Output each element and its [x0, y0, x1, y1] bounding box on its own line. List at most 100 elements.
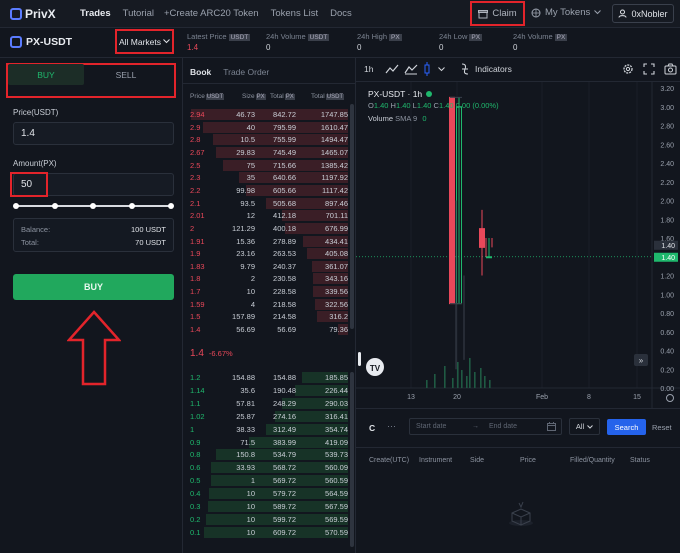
stat-label: 24h Low — [439, 32, 468, 41]
ask-row[interactable]: 2.01 12 412.18 701.11 — [183, 209, 348, 222]
total-usdt-cell: 361.07 — [325, 261, 348, 271]
bids-scrollbar[interactable] — [350, 372, 354, 547]
col-total-px: Total — [270, 93, 284, 100]
mid-price-change: -6.67% — [208, 349, 233, 358]
bid-row[interactable]: 1.02 25.87 274.16 316.41 — [183, 410, 348, 423]
start-date-input[interactable]: Start date — [416, 423, 446, 430]
nav-link-tokens-list[interactable]: Tokens List — [271, 8, 319, 19]
volume-bar — [461, 370, 463, 388]
candle-style-icon[interactable] — [423, 62, 433, 76]
chart-plot[interactable]: 3.203.002.802.602.402.202.001.801.601.40… — [356, 82, 680, 408]
ask-row[interactable]: 2.8 10.5 755.99 1494.47 — [183, 133, 348, 146]
ask-row[interactable]: 2.67 29.83 745.49 1465.07 — [183, 146, 348, 159]
total-usdt-cell: 405.08 — [325, 249, 348, 259]
volume-bar — [489, 380, 491, 388]
slider-stop-0[interactable] — [13, 203, 19, 209]
camera-icon[interactable] — [664, 63, 677, 75]
ask-row[interactable]: 2.3 35 640.66 1197.92 — [183, 171, 348, 184]
nav-link-tutorial[interactable]: Tutorial — [123, 8, 154, 19]
more-icon[interactable]: ··· — [387, 421, 396, 431]
chevron-down-icon[interactable] — [438, 67, 445, 72]
all-markets-dropdown[interactable]: All Markets — [115, 29, 174, 54]
nav-link-docs[interactable]: Docs — [330, 8, 352, 19]
amount-value: 50 — [10, 172, 48, 197]
tab-book[interactable]: Book — [190, 67, 211, 77]
search-button[interactable]: Search — [607, 419, 646, 435]
unit-tag: PX — [255, 94, 266, 100]
slider-stop-100[interactable] — [168, 203, 174, 209]
ask-row[interactable]: 1.8 2 230.58 343.16 — [183, 272, 348, 285]
indicators-button[interactable]: Indicators — [475, 64, 512, 74]
col-price: Price — [520, 457, 536, 464]
bid-row[interactable]: 0.5 1 569.72 560.59 — [183, 474, 348, 487]
claim-button[interactable]: Claim — [470, 1, 525, 26]
ask-row[interactable]: 2.94 46.73 842.72 1747.85 — [183, 108, 348, 121]
bid-row[interactable]: 1.1 57.81 248.29 290.03 — [183, 397, 348, 410]
stat-label: 24h Volume — [513, 32, 553, 41]
tab-trade-order[interactable]: Trade Order — [223, 67, 269, 77]
side-filter-select[interactable]: All — [569, 418, 600, 435]
indicators-icon[interactable] — [460, 63, 472, 75]
stat-label: 24h Volume — [266, 32, 306, 41]
slider-stop-50[interactable] — [90, 203, 96, 209]
tab-current-orders[interactable]: C — [369, 423, 375, 433]
end-date-input[interactable]: End date — [489, 423, 517, 430]
brand-logo[interactable]: PrivX — [10, 7, 70, 21]
bar-style-icon[interactable] — [385, 63, 399, 75]
ask-row[interactable]: 2 121.29 400.18 676.99 — [183, 222, 348, 235]
ask-row[interactable]: 1.7 10 228.58 339.56 — [183, 285, 348, 298]
ask-row[interactable]: 1.5 157.89 214.58 316.2 — [183, 310, 348, 323]
amount-slider[interactable] — [13, 203, 174, 209]
fullscreen-icon[interactable] — [643, 63, 655, 75]
size-cell: 15.36 — [236, 236, 255, 246]
bid-row[interactable]: 1.14 35.6 190.48 226.44 — [183, 384, 348, 397]
volume-bar — [480, 368, 482, 388]
slider-stop-75[interactable] — [129, 203, 135, 209]
bid-row[interactable]: 1.2 154.88 154.88 185.85 — [183, 371, 348, 384]
nav-link-trades[interactable]: Trades — [80, 8, 111, 19]
market-header: PX-USDT All Markets Latest Price USDT 1.4… — [0, 28, 680, 58]
bid-row[interactable]: 0.8 150.8 534.79 539.73 — [183, 448, 348, 461]
total-px-cell: 795.99 — [273, 122, 296, 132]
line-style-icon[interactable] — [404, 63, 418, 75]
bid-row[interactable]: 0.1 10 609.72 570.59 — [183, 526, 348, 539]
ask-row[interactable]: 1.4 56.69 56.69 79.36 — [183, 323, 348, 336]
ask-row[interactable]: 1.83 9.79 240.37 361.07 — [183, 260, 348, 273]
bid-row[interactable]: 0.2 10 599.72 569.59 — [183, 513, 348, 526]
date-range-picker[interactable]: Start date → End date — [409, 418, 562, 435]
price-input[interactable]: 1.4 — [13, 122, 174, 145]
my-tokens-menu[interactable]: My Tokens — [531, 7, 602, 18]
order-form: BUY SELL Price(USDT) 1.4 Amount(PX) 50 B… — [0, 58, 183, 553]
ask-row[interactable]: 1.91 15.36 278.89 434.41 — [183, 235, 348, 248]
bid-row[interactable]: 0.3 10 589.72 567.59 — [183, 500, 348, 513]
total-px-cell: 568.72 — [273, 463, 296, 473]
nav-link-create-token[interactable]: +Create ARC20 Token — [164, 8, 259, 19]
gear-icon[interactable] — [622, 63, 634, 75]
interval-selector[interactable]: 1h — [364, 64, 373, 74]
bid-row[interactable]: 0.4 10 579.72 564.59 — [183, 487, 348, 500]
ask-row[interactable]: 1.59 4 218.58 322.56 — [183, 298, 348, 311]
tab-buy[interactable]: BUY — [8, 64, 84, 85]
buy-button[interactable]: BUY — [13, 274, 174, 300]
ask-row[interactable]: 2.5 75 715.66 1385.42 — [183, 159, 348, 172]
slider-stop-25[interactable] — [52, 203, 58, 209]
ask-row[interactable]: 2.9 40 795.99 1610.47 — [183, 121, 348, 134]
bid-row[interactable]: 1 38.33 312.49 354.74 — [183, 423, 348, 436]
price-cell: 2.8 — [190, 135, 201, 145]
reset-button[interactable]: Reset — [652, 423, 672, 432]
mid-price-value: 1.4 — [190, 348, 204, 359]
total-usdt-cell: 560.59 — [325, 476, 348, 486]
bid-row[interactable]: 0.6 33.93 568.72 560.09 — [183, 461, 348, 474]
account-button[interactable]: 0xNobler — [612, 4, 674, 23]
asks-scrollbar[interactable] — [350, 104, 354, 329]
price-cell: 1.4 — [190, 325, 201, 335]
ask-row[interactable]: 2.2 99.98 605.66 1117.42 — [183, 184, 348, 197]
total-px-cell: 228.58 — [273, 287, 296, 297]
tab-sell[interactable]: SELL — [88, 64, 164, 85]
col-instrument: Instrument — [419, 457, 453, 464]
ask-row[interactable]: 1.9 23.16 263.53 405.08 — [183, 247, 348, 260]
bid-row[interactable]: 0.9 71.5 383.99 419.09 — [183, 436, 348, 449]
ask-row[interactable]: 2.1 93.5 505.68 897.46 — [183, 197, 348, 210]
total-usdt-cell: 185.85 — [325, 373, 348, 382]
pair-selector[interactable]: PX-USDT — [10, 36, 72, 48]
